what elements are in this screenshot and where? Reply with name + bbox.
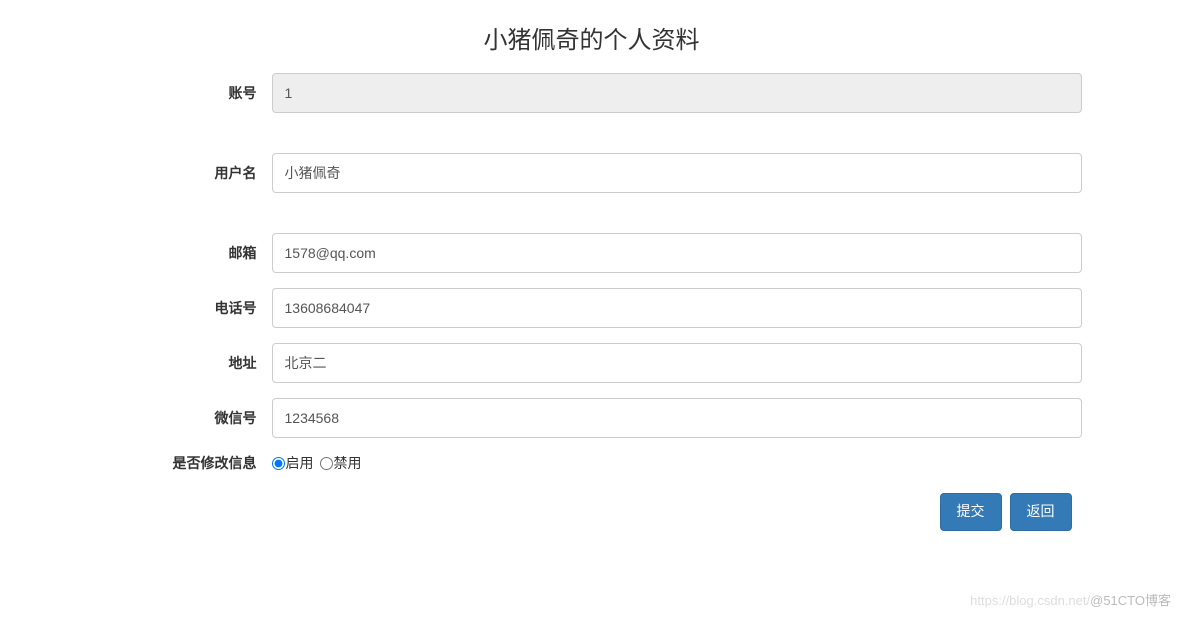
input-phone[interactable] xyxy=(272,288,1082,328)
form-container: 小猪佩奇的个人资料 账号 用户名 邮箱 电话号 地址 微信号 是否修改信息 启用 xyxy=(102,0,1082,531)
watermark: https://blog.csdn.net/@51CTO博客 xyxy=(970,590,1171,609)
field-username: 用户名 xyxy=(102,153,1082,193)
input-username[interactable] xyxy=(272,153,1082,193)
label-modify: 是否修改信息 xyxy=(102,453,272,473)
radio-enable[interactable] xyxy=(272,457,285,470)
radio-disable-text: 禁用 xyxy=(334,453,362,473)
label-address: 地址 xyxy=(102,353,272,373)
radio-group-modify: 启用 禁用 xyxy=(272,453,1082,473)
label-account: 账号 xyxy=(102,83,272,103)
page-title: 小猪佩奇的个人资料 xyxy=(102,20,1082,55)
field-account: 账号 xyxy=(102,73,1082,113)
field-modify: 是否修改信息 启用 禁用 xyxy=(102,453,1082,473)
label-email: 邮箱 xyxy=(102,243,272,263)
watermark-text: @51CTO博客 xyxy=(1090,593,1171,608)
watermark-url: https://blog.csdn.net/ xyxy=(970,593,1090,608)
input-address[interactable] xyxy=(272,343,1082,383)
back-button[interactable]: 返回 xyxy=(1010,493,1072,531)
label-username: 用户名 xyxy=(102,163,272,183)
field-wechat: 微信号 xyxy=(102,398,1082,438)
label-phone: 电话号 xyxy=(102,298,272,318)
input-account xyxy=(272,73,1082,113)
field-phone: 电话号 xyxy=(102,288,1082,328)
button-row: 提交 返回 xyxy=(102,493,1082,531)
radio-enable-text: 启用 xyxy=(286,453,314,473)
field-address: 地址 xyxy=(102,343,1082,383)
radio-enable-label[interactable]: 启用 xyxy=(272,453,314,473)
input-wechat[interactable] xyxy=(272,398,1082,438)
label-wechat: 微信号 xyxy=(102,408,272,428)
input-email[interactable] xyxy=(272,233,1082,273)
radio-disable-label[interactable]: 禁用 xyxy=(320,453,362,473)
field-email: 邮箱 xyxy=(102,233,1082,273)
submit-button[interactable]: 提交 xyxy=(940,493,1002,531)
radio-disable[interactable] xyxy=(320,457,333,470)
